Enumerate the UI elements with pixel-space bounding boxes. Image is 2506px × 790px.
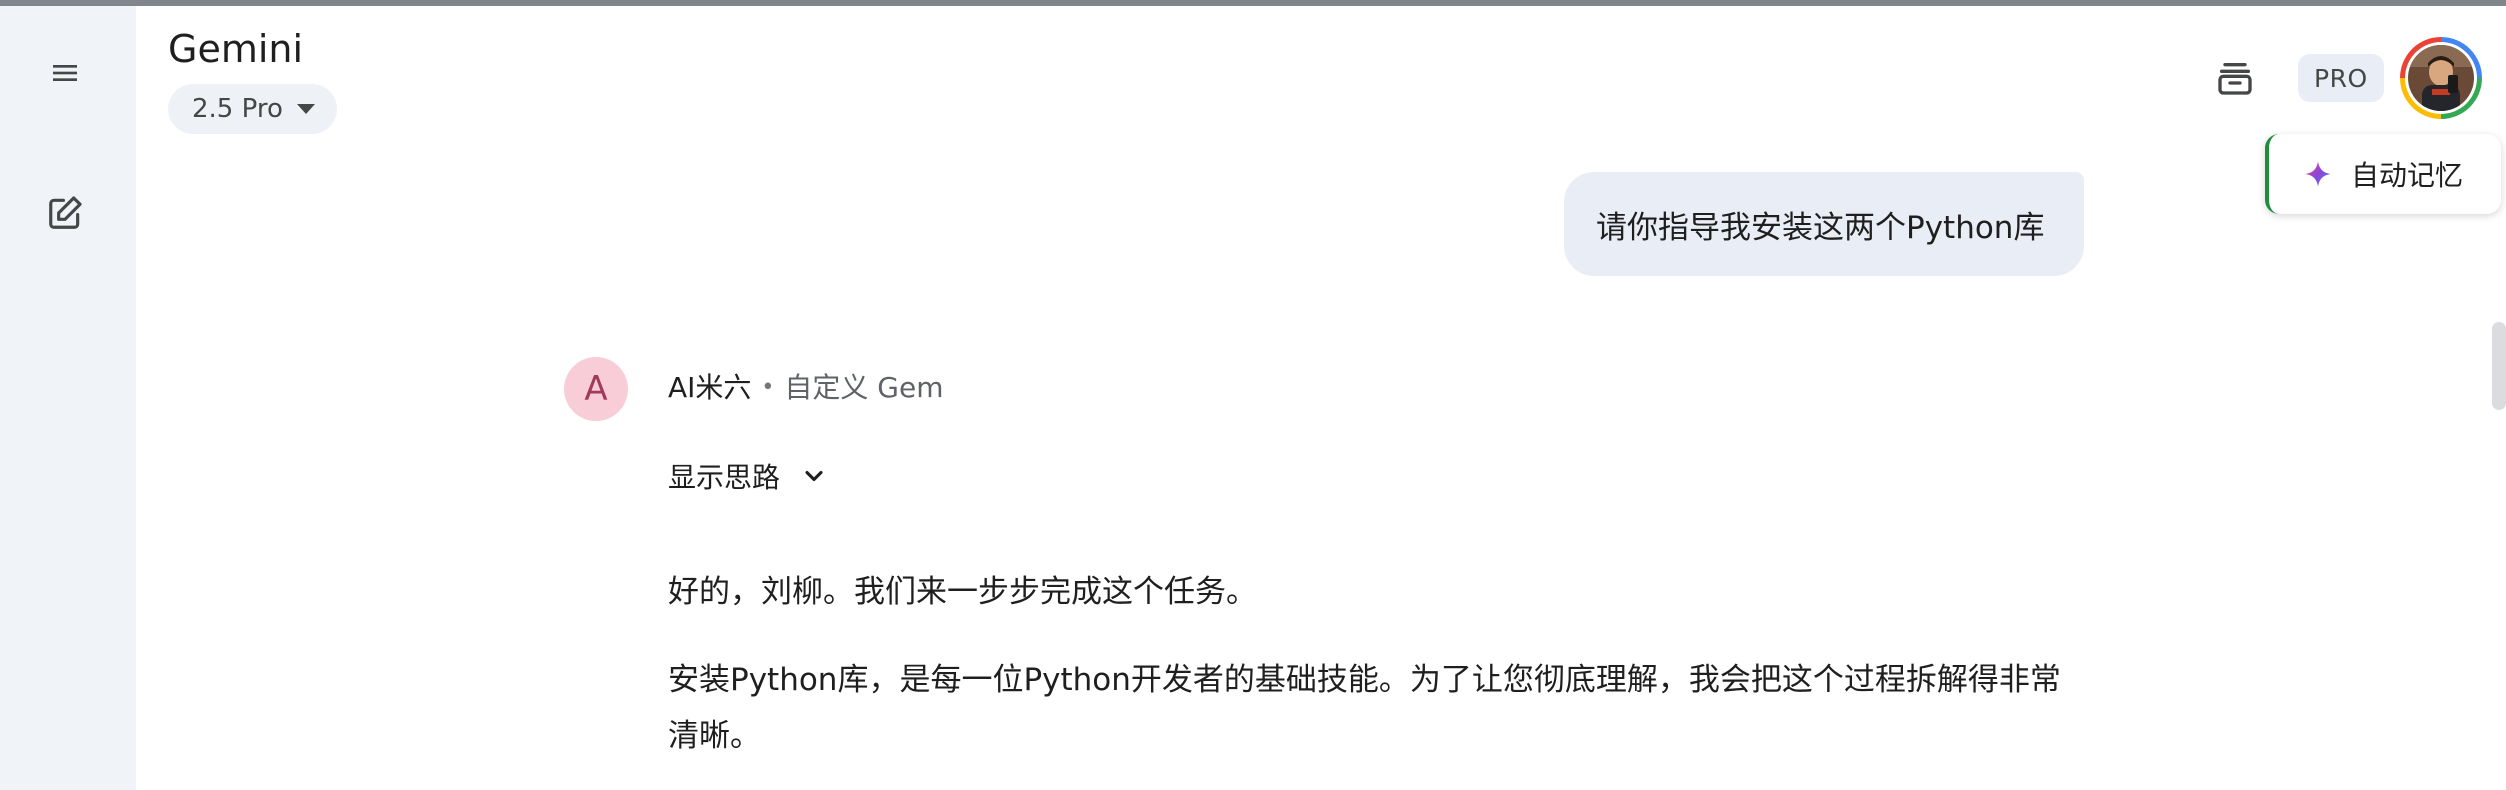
auto-memory-chip[interactable]: 自动记忆 (2265, 134, 2501, 214)
model-selector[interactable]: 2.5 Pro (168, 84, 337, 134)
sparkle-gem-icon (2305, 161, 2331, 187)
account-avatar[interactable] (2400, 37, 2482, 119)
response-paragraph-1: 好的，刘柳。我们来一步步完成这个任务。 (668, 574, 1257, 610)
show-thoughts-toggle[interactable]: 显示思路 (668, 456, 828, 496)
app-title: Gemini (168, 27, 304, 71)
chevron-down-icon (805, 470, 823, 482)
model-selector-label: 2.5 Pro (192, 94, 283, 124)
new-chat-button[interactable] (32, 180, 98, 246)
response-paragraph-2: 安装Python库，是每一位Python开发者的基础技能。为了让您彻底理解，我会… (668, 662, 2061, 754)
library-button[interactable] (2205, 48, 2265, 108)
auto-memory-label: 自动记忆 (2351, 159, 2464, 192)
gem-avatar: A (564, 357, 628, 421)
user-message-bubble: 请你指导我安装这两个Python库 (1564, 172, 2084, 276)
menu-button[interactable] (32, 40, 98, 106)
menu-icon (53, 65, 77, 81)
window-top-strip (0, 0, 2506, 6)
gem-type-label: 自定义 Gem (784, 371, 944, 404)
separator-dot: • (761, 375, 775, 400)
stack-icon (2218, 63, 2252, 95)
scrollbar-thumb[interactable] (2492, 322, 2506, 410)
caret-down-icon (296, 104, 315, 114)
show-thoughts-label: 显示思路 (668, 461, 781, 494)
edit-icon (49, 196, 82, 229)
gem-header: AI米六 • 自定义 Gem (668, 370, 944, 406)
profile-photo-icon (2408, 45, 2474, 111)
pro-badge: PRO (2298, 54, 2384, 102)
gem-name: AI米六 (668, 371, 752, 404)
sidebar (0, 6, 136, 790)
